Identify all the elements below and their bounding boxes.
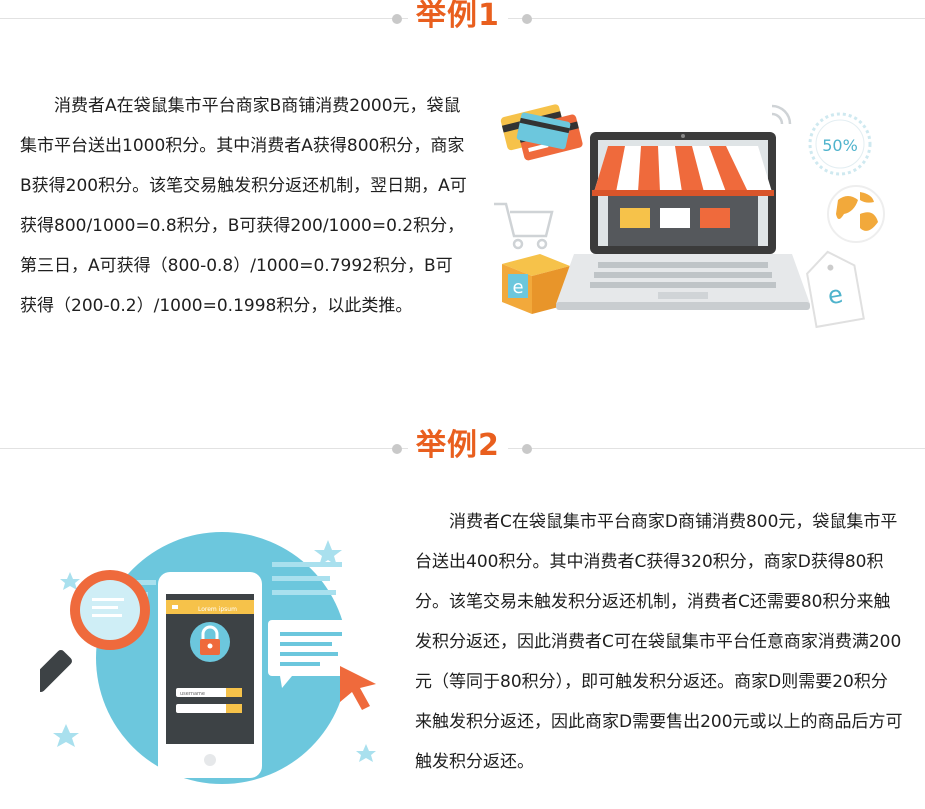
wifi-icon (771, 104, 792, 125)
section1-paragraph: 消费者A在袋鼠集市平台商家B商铺消费2000元，袋鼠集市平台送出1000积分。其… (20, 96, 467, 316)
shopping-tag-icon: e (806, 250, 865, 329)
section1-title: 举例1 (408, 0, 508, 36)
section1-left-dot (392, 14, 402, 24)
section2-left-dot (392, 444, 402, 454)
section2-paragraph: 消费者C在袋鼠集市平台商家D商铺消费800元，袋鼠集市平台送出400积分。其中消… (415, 512, 903, 772)
badge-text: 50% (822, 136, 858, 155)
phone-security-illustration: Lorem ipsum username (40, 532, 376, 784)
section1-right-dot (522, 14, 532, 24)
store-awning (592, 146, 774, 196)
ecommerce-laptop-illustration: e 50% e (494, 104, 885, 329)
cursor-arrow-icon (340, 666, 376, 710)
shopping-cart-icon (494, 202, 554, 250)
globe-icon (827, 185, 885, 243)
smartphone: Lorem ipsum username (158, 572, 262, 778)
box-letter: e (512, 277, 523, 298)
section2-title: 举例2 (408, 426, 508, 466)
section2-right-dot (522, 444, 532, 454)
phone-header-text: Lorem ipsum (198, 606, 237, 613)
discount-badge-icon: 50% (808, 112, 872, 176)
username-label: username (180, 691, 205, 697)
